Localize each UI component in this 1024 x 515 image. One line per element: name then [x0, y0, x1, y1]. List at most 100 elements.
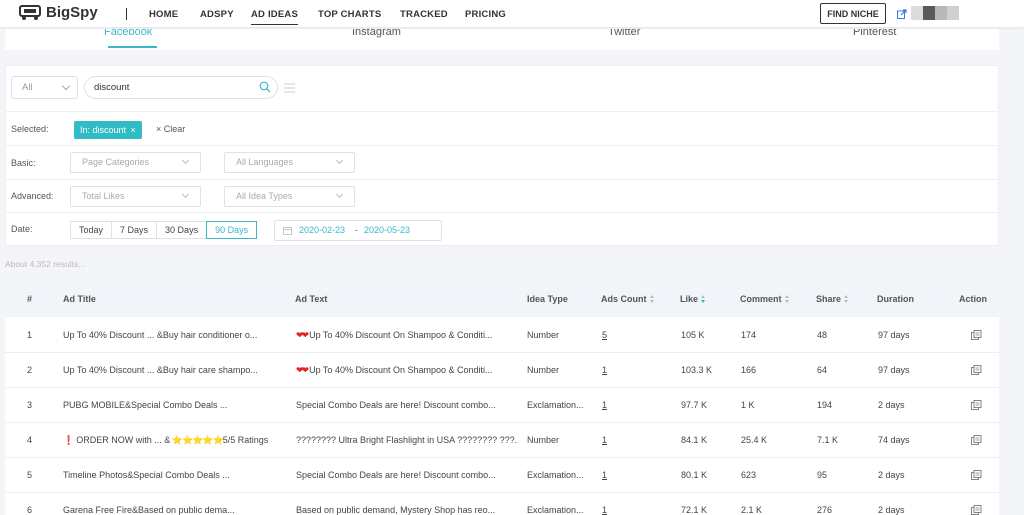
- col-ads-count-label: Ads Count: [601, 294, 647, 304]
- search-scope-select[interactable]: All: [11, 76, 78, 99]
- clear-filters-button[interactable]: × Clear: [156, 124, 185, 134]
- cell-share: 7.1 K: [817, 435, 867, 445]
- nav-item-adspy[interactable]: ADSPY: [200, 9, 234, 20]
- clear-icon: ×: [156, 124, 162, 134]
- cell-comment-text: 166: [741, 365, 757, 375]
- cell-ads-count[interactable]: 5: [602, 330, 632, 340]
- all-languages-select[interactable]: All Languages: [224, 152, 355, 173]
- date-label: Date:: [11, 224, 33, 234]
- search-query: discount: [94, 82, 130, 93]
- cell-ads-count[interactable]: 1: [602, 435, 632, 445]
- cell-like: 97.7 K: [681, 400, 731, 410]
- share-icon[interactable]: [897, 9, 907, 19]
- cell-share: 95: [817, 470, 867, 480]
- date-90days-button[interactable]: 90 Days: [206, 221, 258, 239]
- sort-icon[interactable]: [649, 295, 655, 303]
- cell-ads-count-text: 1: [602, 365, 608, 375]
- cell-duration: 74 days: [878, 435, 938, 445]
- table-row[interactable]: 4 ❗ ORDER NOW with ... & ⭐⭐⭐⭐⭐5/5 Ratings?…: [5, 423, 999, 458]
- table-row[interactable]: 6 Garena Free Fire&Based on public dema..…: [5, 493, 999, 515]
- date-7days-button[interactable]: 7 Days: [111, 221, 158, 239]
- search-icon[interactable]: [259, 81, 271, 93]
- nav-item-home[interactable]: HOME: [149, 9, 178, 20]
- tab-twitter[interactable]: Twitter: [608, 29, 640, 38]
- cell-share: 48: [817, 330, 867, 340]
- cell-num: 2: [27, 365, 47, 375]
- cell-duration-text: 97 days: [878, 365, 910, 375]
- cell-ad-title-text: PUBG MOBILE&Special Combo Deals ...: [63, 400, 228, 410]
- cell-duration-text: 97 days: [878, 330, 910, 340]
- cell-ad-title-text: ORDER NOW with ... &: [76, 435, 171, 445]
- divider: [6, 212, 998, 213]
- cell-idea-type: Number: [527, 365, 591, 375]
- sort-icon[interactable]: [784, 295, 790, 303]
- bigspy-logo[interactable]: BigSpy: [18, 3, 98, 21]
- col-num-label: #: [27, 294, 33, 304]
- col-comment[interactable]: Comment: [740, 294, 790, 304]
- cell-like-text: 103.3 K: [681, 365, 713, 375]
- col-comment-label: Comment: [740, 294, 782, 304]
- col-share[interactable]: Share: [816, 294, 849, 304]
- date-today-button[interactable]: Today: [70, 221, 113, 239]
- chevron-down-icon: [61, 81, 71, 91]
- selected-filter-chip[interactable]: In: discount ×: [74, 121, 142, 139]
- cell-ad-title-text: Up To 40% Discount ... &Buy hair care sh…: [63, 365, 258, 375]
- cell-share-text: 194: [817, 400, 833, 410]
- col-idea-type: Idea Type: [527, 294, 568, 304]
- chevron-down-icon: [335, 156, 344, 165]
- date-start: 2020-02-23: [299, 225, 346, 235]
- copy-icon[interactable]: [971, 470, 982, 480]
- nav-item-ad-ideas[interactable]: AD IDEAS: [251, 9, 298, 25]
- date-30days-button[interactable]: 30 Days: [156, 221, 208, 239]
- col-ads-count[interactable]: Ads Count: [601, 294, 655, 304]
- tab-pinterest[interactable]: Pinterest: [853, 29, 896, 38]
- cell-like: 80.1 K: [681, 470, 731, 480]
- table-row[interactable]: 3 PUBG MOBILE&Special Combo Deals ... Spec…: [5, 388, 999, 423]
- cell-ads-count[interactable]: 1: [602, 400, 632, 410]
- cell-like-text: 80.1 K: [681, 470, 708, 480]
- col-like[interactable]: Like: [680, 294, 706, 304]
- cell-ads-count[interactable]: 1: [602, 505, 632, 515]
- total-likes-select[interactable]: Total Likes: [70, 186, 201, 207]
- all-idea-types-select[interactable]: All Idea Types: [224, 186, 355, 207]
- page-categories-select[interactable]: Page Categories: [70, 152, 201, 173]
- cell-ad-title-text: Garena Free Fire&Based on public dema...: [63, 505, 235, 515]
- col-action-label: Action: [959, 294, 987, 304]
- copy-icon[interactable]: [971, 400, 982, 410]
- sort-desc-icon[interactable]: [701, 295, 706, 303]
- cell-duration: 97 days: [878, 330, 938, 340]
- cell-ads-count[interactable]: 1: [602, 470, 632, 480]
- copy-icon[interactable]: [971, 435, 982, 445]
- list-filter-icon[interactable]: [284, 83, 295, 93]
- cell-num: 6: [27, 505, 47, 515]
- cell-duration-text: 74 days: [878, 435, 910, 445]
- cell-comment: 623: [741, 470, 801, 480]
- cell-idea-type: Number: [527, 435, 591, 445]
- chip-close-icon[interactable]: ×: [131, 125, 136, 135]
- col-ad-title: Ad Title: [63, 294, 96, 304]
- copy-icon[interactable]: [971, 365, 982, 375]
- tab-instagram[interactable]: Instagram: [352, 29, 401, 38]
- cell-like: 72.1 K: [681, 505, 731, 515]
- table-row[interactable]: 5 Timeline Photos&Special Combo Deals ...…: [5, 458, 999, 493]
- cell-num: 5: [27, 470, 47, 480]
- cell-idea-type-text: Number: [527, 435, 560, 445]
- cell-ad-title-text: Timeline Photos&Special Combo Deals ...: [63, 470, 230, 480]
- user-avatar[interactable]: [911, 6, 959, 20]
- find-niche-button[interactable]: FIND NICHE: [820, 3, 886, 24]
- nav-item-pricing[interactable]: PRICING: [465, 9, 506, 20]
- copy-icon[interactable]: [971, 330, 982, 340]
- cell-ads-count[interactable]: 1: [602, 365, 632, 375]
- table-row[interactable]: 2 Up To 40% Discount ... &Buy hair care s…: [5, 353, 999, 388]
- search-input[interactable]: discount: [84, 76, 278, 99]
- table-row[interactable]: 1 Up To 40% Discount ... &Buy hair condit…: [5, 318, 999, 353]
- cell-like-text: 72.1 K: [681, 505, 708, 515]
- nav-item-tracked[interactable]: TRACKED: [400, 9, 448, 20]
- tab-facebook[interactable]: Facebook: [104, 29, 152, 38]
- sort-icon[interactable]: [844, 295, 849, 303]
- all-idea-types-placeholder: All Idea Types: [236, 191, 293, 201]
- date-range-picker[interactable]: 2020-02-23 - 2020-05-23: [274, 220, 442, 241]
- nav-item-top-charts[interactable]: TOP CHARTS: [318, 9, 381, 20]
- cell-idea-type-text: Exclamation...: [527, 470, 584, 480]
- copy-icon[interactable]: [971, 505, 982, 515]
